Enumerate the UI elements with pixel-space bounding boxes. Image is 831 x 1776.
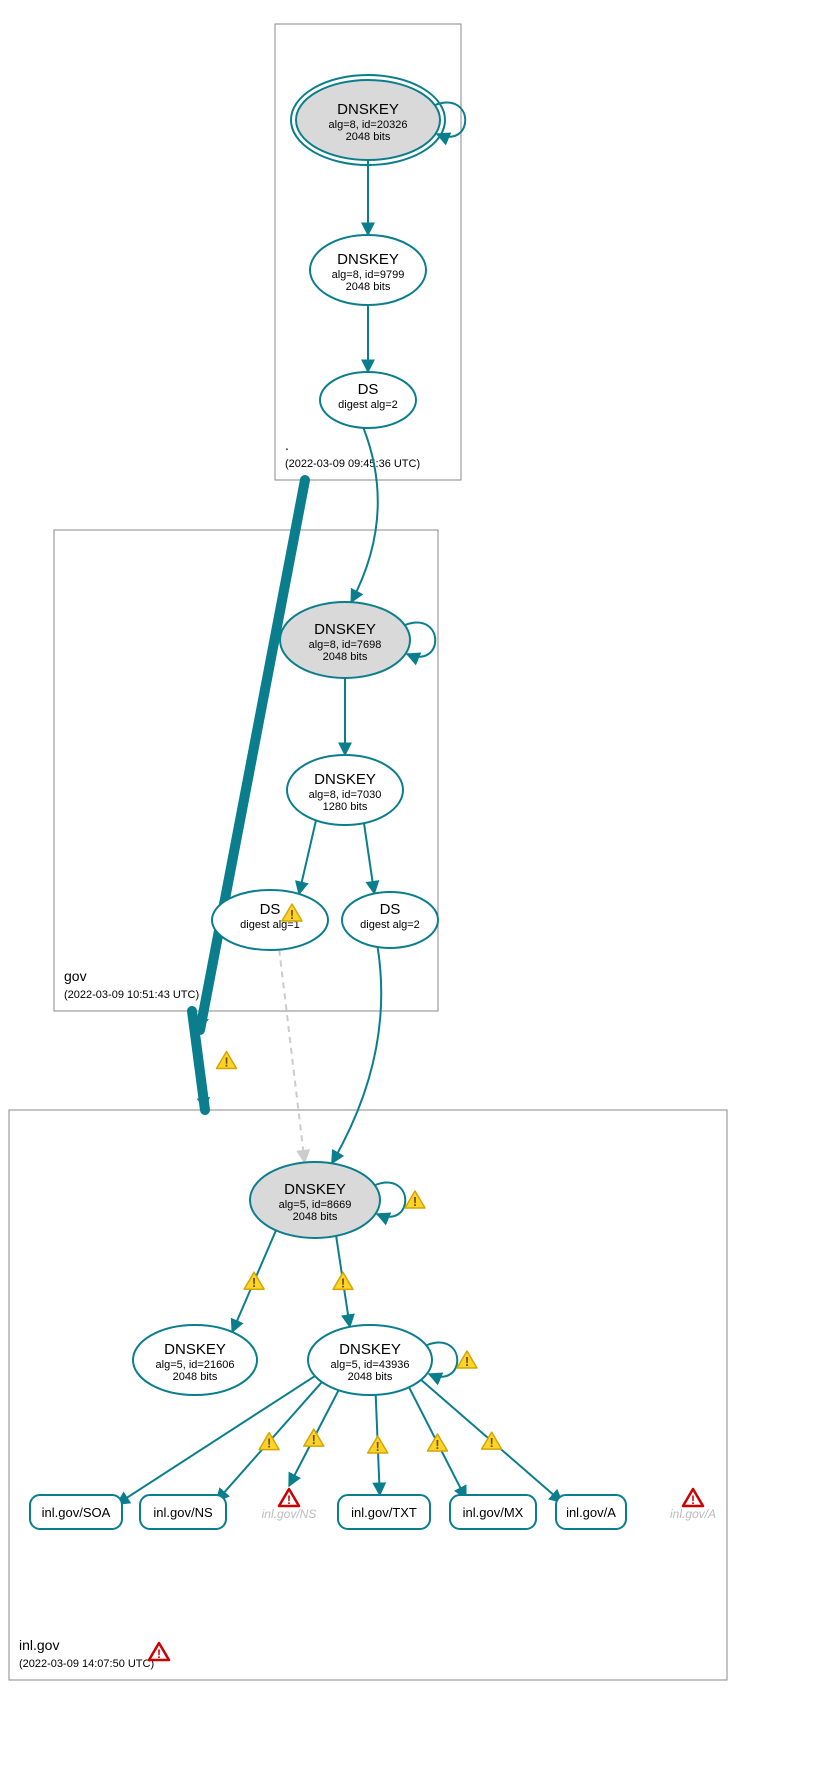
warning-icon: ! xyxy=(304,1429,324,1447)
svg-text:DNSKEY: DNSKEY xyxy=(337,101,399,118)
node-inlKSK: DNSKEYalg=5, id=86692048 bits! xyxy=(250,1162,425,1238)
node-govDS2: DSdigest alg=2 xyxy=(342,892,438,948)
warning-icon: ! xyxy=(405,1191,425,1209)
svg-text:DNSKEY: DNSKEY xyxy=(284,1181,346,1198)
svg-text:DNSKEY: DNSKEY xyxy=(164,1341,226,1358)
node-rrNS: inl.gov/NS xyxy=(140,1495,226,1529)
svg-text:!: ! xyxy=(287,1493,291,1507)
svg-text:1280 bits: 1280 bits xyxy=(323,801,368,813)
warning-icon: ! xyxy=(427,1434,447,1452)
node-rrMX: inl.gov/MX xyxy=(450,1495,536,1529)
zone-error-icon: ! xyxy=(149,1643,169,1661)
node-govDS1: DSdigest alg=1! xyxy=(212,890,328,950)
svg-text:DS: DS xyxy=(260,901,281,918)
node-inlZSK2: DNSKEYalg=5, id=439362048 bits! xyxy=(308,1325,477,1395)
error-icon: ! xyxy=(683,1489,703,1507)
svg-text:digest alg=2: digest alg=2 xyxy=(338,399,398,411)
node-phA: inl.gov/A! xyxy=(670,1489,716,1521)
svg-text:!: ! xyxy=(341,1275,345,1290)
node-rrSOA: inl.gov/SOA xyxy=(30,1495,122,1529)
svg-text:inl.gov/TXT: inl.gov/TXT xyxy=(351,1505,417,1520)
warning-icon: ! xyxy=(457,1351,477,1369)
svg-text:alg=8, id=7698: alg=8, id=7698 xyxy=(309,639,382,651)
svg-text:alg=5, id=21606: alg=5, id=21606 xyxy=(156,1359,235,1371)
warning-icon: ! xyxy=(368,1436,388,1454)
svg-text:inl.gov/MX: inl.gov/MX xyxy=(463,1505,524,1520)
edge xyxy=(117,1376,315,1504)
edge xyxy=(351,428,378,602)
svg-text:inl.gov/NS: inl.gov/NS xyxy=(153,1505,213,1520)
svg-text:DS: DS xyxy=(380,901,401,918)
node-rrA: inl.gov/A xyxy=(556,1495,626,1529)
node-rootDS: DSdigest alg=2 xyxy=(320,372,416,428)
svg-text:!: ! xyxy=(157,1647,161,1661)
node-rootZSK: DNSKEYalg=8, id=97992048 bits xyxy=(310,235,426,305)
svg-text:inl.gov/A: inl.gov/A xyxy=(566,1505,616,1520)
node-rootKSK: DNSKEYalg=8, id=203262048 bits xyxy=(291,75,465,165)
warning-icon: ! xyxy=(333,1272,353,1290)
svg-text:(2022-03-09 10:51:43 UTC): (2022-03-09 10:51:43 UTC) xyxy=(64,989,199,1001)
svg-text:DNSKEY: DNSKEY xyxy=(314,621,376,638)
delegation-arrow: ! xyxy=(192,1011,237,1110)
svg-text:!: ! xyxy=(290,907,294,922)
warning-icon: ! xyxy=(259,1433,279,1451)
svg-text:alg=8, id=9799: alg=8, id=9799 xyxy=(332,269,405,281)
node-rrTXT: inl.gov/TXT xyxy=(338,1495,430,1529)
svg-text:DNSKEY: DNSKEY xyxy=(339,1341,401,1358)
svg-text:DNSKEY: DNSKEY xyxy=(337,251,399,268)
svg-text:inl.gov/A: inl.gov/A xyxy=(670,1507,716,1521)
svg-text:2048 bits: 2048 bits xyxy=(346,131,391,143)
svg-text:2048 bits: 2048 bits xyxy=(346,281,391,293)
svg-text:2048 bits: 2048 bits xyxy=(323,651,368,663)
svg-text:(2022-03-09 14:07:50 UTC): (2022-03-09 14:07:50 UTC) xyxy=(19,1658,154,1670)
svg-text:!: ! xyxy=(691,1493,695,1507)
edge xyxy=(299,820,316,894)
svg-text:alg=8, id=20326: alg=8, id=20326 xyxy=(329,119,408,131)
node-govKSK: DNSKEYalg=8, id=76982048 bits xyxy=(280,602,435,678)
edge xyxy=(279,950,304,1163)
svg-text:alg=8, id=7030: alg=8, id=7030 xyxy=(309,789,382,801)
error-icon: ! xyxy=(279,1489,299,1507)
svg-text:!: ! xyxy=(312,1432,316,1447)
svg-text:gov: gov xyxy=(64,968,87,984)
warning-icon: ! xyxy=(244,1272,264,1290)
svg-text:!: ! xyxy=(435,1437,439,1452)
node-govZSK: DNSKEYalg=8, id=70301280 bits xyxy=(287,755,403,825)
node-inlZSK1: DNSKEYalg=5, id=216062048 bits xyxy=(133,1325,257,1395)
svg-text:inl.gov: inl.gov xyxy=(19,1637,59,1653)
svg-text:DS: DS xyxy=(358,381,379,398)
warning-icon: ! xyxy=(217,1052,237,1070)
svg-text:inl.gov/NS: inl.gov/NS xyxy=(262,1507,317,1521)
svg-text:2048 bits: 2048 bits xyxy=(348,1371,393,1383)
svg-text:2048 bits: 2048 bits xyxy=(293,1211,338,1223)
svg-text:.: . xyxy=(285,437,289,453)
svg-text:alg=5, id=8669: alg=5, id=8669 xyxy=(279,1199,352,1211)
svg-text:digest alg=2: digest alg=2 xyxy=(360,919,420,931)
svg-text:!: ! xyxy=(224,1055,228,1070)
svg-text:2048 bits: 2048 bits xyxy=(173,1371,218,1383)
svg-text:alg=5, id=43936: alg=5, id=43936 xyxy=(331,1359,410,1371)
svg-text:!: ! xyxy=(465,1354,469,1369)
svg-text:!: ! xyxy=(489,1435,493,1450)
svg-text:!: ! xyxy=(413,1194,417,1209)
svg-text:!: ! xyxy=(252,1275,256,1290)
edge xyxy=(364,823,374,893)
svg-text:!: ! xyxy=(267,1436,271,1451)
svg-text:inl.gov/SOA: inl.gov/SOA xyxy=(42,1505,111,1520)
edge xyxy=(332,947,381,1163)
svg-text:(2022-03-09 09:45:36 UTC): (2022-03-09 09:45:36 UTC) xyxy=(285,458,420,470)
svg-text:DNSKEY: DNSKEY xyxy=(314,771,376,788)
svg-text:!: ! xyxy=(376,1439,380,1454)
node-phNS: inl.gov/NS! xyxy=(262,1489,317,1521)
